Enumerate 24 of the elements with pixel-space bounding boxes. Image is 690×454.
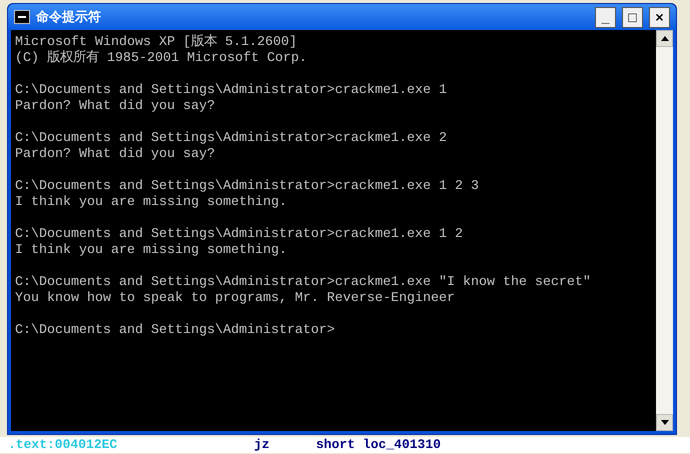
console-line: C:\Documents and Settings\Administrator>crackme1.exe 1 2 3 bbox=[15, 179, 480, 195]
window-title: 命令提示符 bbox=[36, 8, 102, 26]
close-button[interactable]: × bbox=[649, 6, 670, 28]
console-line: (C) 版权所有 1985-2001 Microsoft Corp. bbox=[15, 51, 308, 67]
scroll-up-icon[interactable] bbox=[656, 30, 673, 47]
minimize-button[interactable]: _ bbox=[595, 6, 616, 28]
console-line: I think you are missing something. bbox=[15, 195, 288, 211]
console-line: C:\Documents and Settings\Administrator>crackme1.exe 2 bbox=[15, 131, 448, 147]
console-line: Microsoft Windows XP [版本 5.1.2600] bbox=[15, 35, 298, 50]
maximize-button[interactable]: □ bbox=[622, 6, 643, 28]
console-line: C:\Documents and Settings\Administrator>crackme1.exe 1 2 bbox=[15, 227, 464, 243]
console-line: C:\Documents and Settings\Administrator>crackme1.exe 1 bbox=[15, 83, 448, 99]
listing-address: .text:004012EC bbox=[8, 437, 118, 453]
console-line: C:\Documents and Settings\Administrator> bbox=[15, 323, 336, 339]
console-line: Pardon? What did you say? bbox=[15, 99, 216, 115]
console-line: C:\Documents and Settings\Administrator>crackme1.exe "I know the secret" bbox=[15, 275, 592, 291]
console-line: I think you are missing something. bbox=[15, 243, 288, 259]
listing-operand: short loc_401310 bbox=[316, 437, 441, 453]
console-icon bbox=[14, 10, 30, 24]
console-line: You know how to speak to programs, Mr. Reverse-Engineer bbox=[15, 291, 456, 307]
scroll-down-icon[interactable] bbox=[656, 414, 673, 431]
console-line: Pardon? What did you say? bbox=[15, 147, 216, 163]
scrollbar[interactable] bbox=[656, 30, 673, 431]
listing-mnemonic: jz bbox=[254, 437, 271, 453]
